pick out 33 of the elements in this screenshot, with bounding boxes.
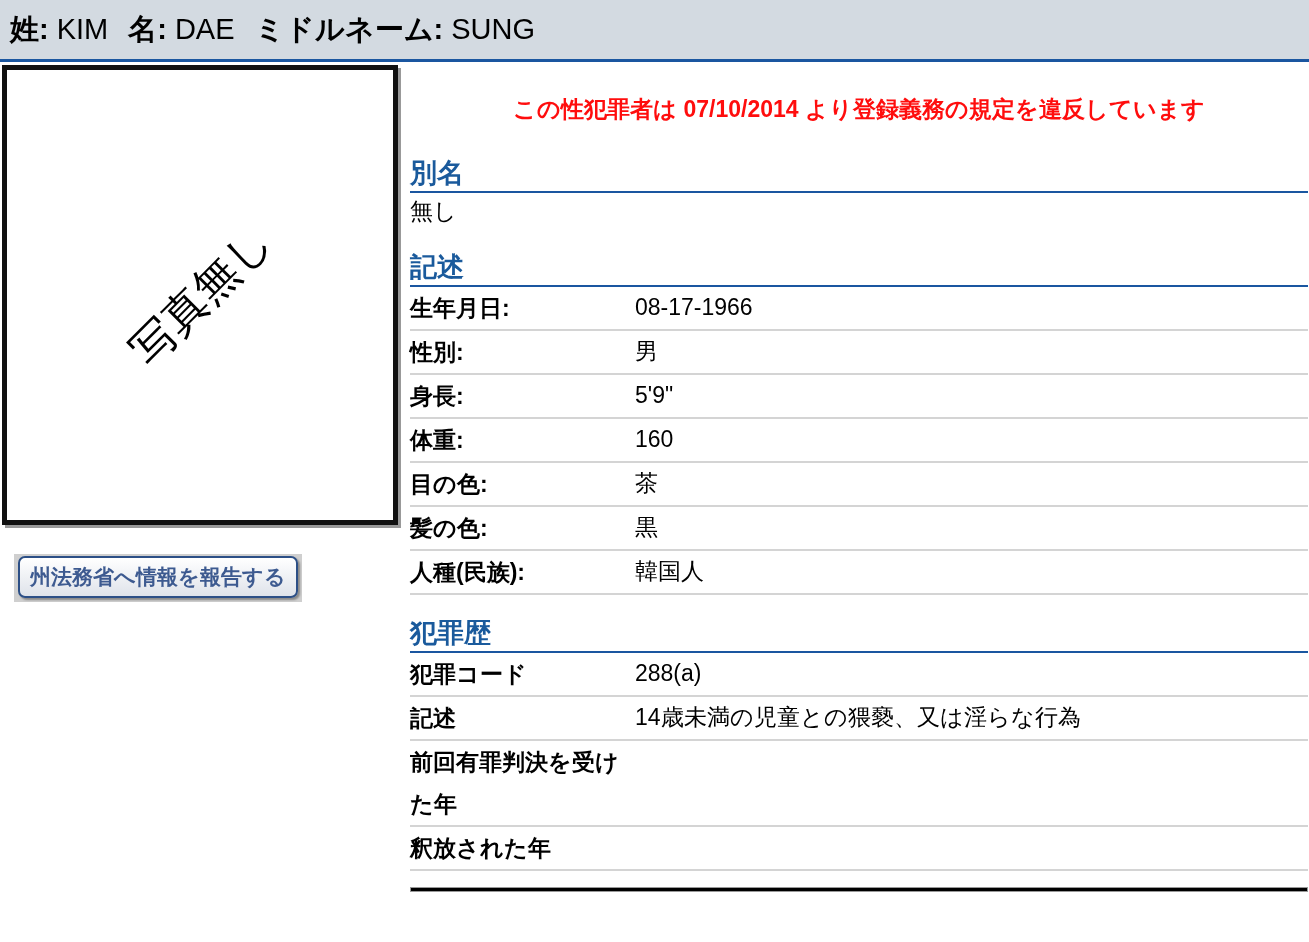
field-value: 男 [635, 337, 658, 367]
no-photo-text: 写真無し [118, 213, 281, 377]
field-value: 160 [635, 425, 674, 455]
field-label: 人種(民族): [410, 557, 526, 587]
report-button[interactable]: 州法務省へ情報を報告する [18, 556, 298, 598]
violation-warning: この性犯罪者は 07/10/2014 より登録義務の規定を違反しています [512, 95, 1206, 124]
name-value: KIM [56, 11, 109, 47]
field-label: 目の色: [410, 469, 489, 499]
field-value: 茶 [635, 469, 658, 499]
name-label: 姓: [10, 11, 49, 47]
section-heading: 犯罪歴 [410, 614, 1308, 653]
field-label: 性別: [410, 337, 465, 367]
field-value: 288(a) [635, 659, 702, 689]
field-label: 前回有罪判決を受けた年 [410, 747, 620, 819]
field-label: 記述 [410, 703, 457, 733]
name-label: ミドルネーム: [254, 11, 444, 47]
field-value: 韓国人 [635, 557, 704, 587]
section-heading: 別名 [410, 154, 1308, 193]
field-label: 釈放された年 [410, 833, 552, 863]
alias-text: 無し [410, 196, 458, 226]
name-label: 名: [128, 11, 167, 47]
name-value: DAE [174, 11, 235, 47]
name-value: SUNG [451, 11, 535, 47]
field-value: 5'9" [635, 381, 674, 411]
field-label: 生年月日: [410, 293, 511, 323]
field-value: 08-17-1966 [635, 293, 753, 323]
field-label: 身長: [410, 381, 465, 411]
field-label: 犯罪コード [410, 659, 528, 689]
field-label: 体重: [410, 425, 465, 455]
field-label: 髪の色: [410, 513, 489, 543]
section-heading: 記述 [410, 248, 1308, 287]
field-value: 14歳未満の児童との猥褻、又は淫らな行為 [635, 703, 1081, 733]
field-value: 黒 [635, 513, 658, 543]
